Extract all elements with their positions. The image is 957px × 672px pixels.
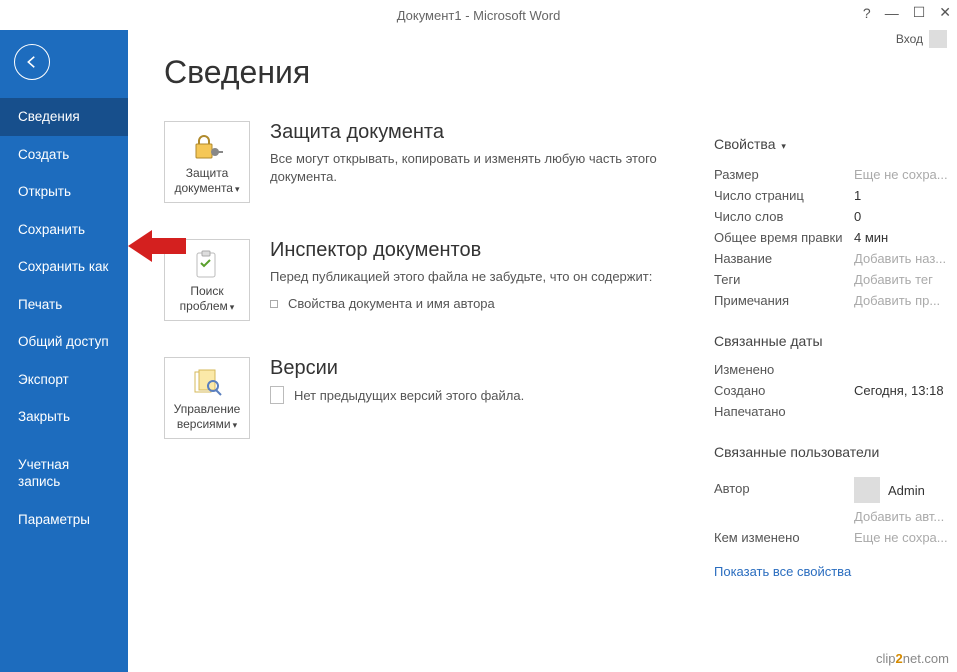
prop-pages-label: Число страниц [714, 188, 854, 203]
backstage-sidebar: Сведения Создать Открыть Сохранить Сохра… [0, 30, 128, 672]
inspect-bullet: Свойства документа и имя автора [270, 296, 664, 311]
sidebar-label: Учетная запись [18, 457, 69, 490]
prop-time-value: 4 мин [854, 230, 888, 245]
sidebar-item-save[interactable]: Сохранить [0, 211, 128, 249]
properties-dropdown[interactable]: Свойства ▾ [714, 136, 957, 152]
sidebar-label: Создать [18, 147, 69, 162]
sidebar-label: Сохранить [18, 222, 85, 237]
sidebar-label: Печать [18, 297, 62, 312]
check-for-issues-button[interactable]: Поиск проблем▾ [164, 239, 250, 321]
prop-title-value[interactable]: Добавить наз... [854, 251, 946, 266]
properties-panel: Свойства ▾ РазмерЕще не сохра... Число с… [714, 54, 957, 662]
bullet-icon [270, 300, 278, 308]
sidebar-label: Экспорт [18, 372, 69, 387]
date-modified-label: Изменено [714, 362, 854, 377]
bullet-text: Свойства документа и имя автора [288, 296, 495, 311]
sidebar-label: Сохранить как [18, 259, 108, 274]
prop-pages-value: 1 [854, 188, 861, 203]
close-icon[interactable]: ✕ [939, 4, 951, 21]
prop-time-label: Общее время правки [714, 230, 854, 245]
chevron-down-icon: ▾ [781, 141, 786, 151]
window-title: Документ1 - Microsoft Word [397, 8, 561, 23]
protect-document-button[interactable]: Защита документа▾ [164, 121, 250, 203]
tile-label: Управление версиями [174, 402, 241, 431]
date-created-value: Сегодня, 13:18 [854, 383, 944, 398]
sidebar-item-new[interactable]: Создать [0, 136, 128, 174]
sidebar-item-saveas[interactable]: Сохранить как [0, 248, 128, 286]
prop-tags-label: Теги [714, 272, 854, 287]
related-dates-header: Связанные даты [714, 333, 957, 349]
page-title: Сведения [164, 54, 664, 91]
maximize-icon[interactable]: ☐ [913, 4, 926, 21]
lastmod-label: Кем изменено [714, 530, 854, 545]
prop-comments-value[interactable]: Добавить пр... [854, 293, 940, 308]
sidebar-item-export[interactable]: Экспорт [0, 361, 128, 399]
sidebar-item-options[interactable]: Параметры [0, 501, 128, 539]
protect-title: Защита документа [270, 121, 664, 144]
versions-none-row: Нет предыдущих версий этого файла. [270, 386, 664, 404]
chevron-down-icon: ▾ [233, 420, 238, 430]
back-button[interactable] [14, 44, 50, 80]
prop-words-value: 0 [854, 209, 861, 224]
inspect-title: Инспектор документов [270, 239, 664, 262]
related-people-header: Связанные пользователи [714, 444, 957, 460]
documents-search-icon [190, 368, 224, 398]
chevron-down-icon: ▾ [230, 302, 235, 312]
sidebar-item-open[interactable]: Открыть [0, 173, 128, 211]
inspect-desc: Перед публикацией этого файла не забудьт… [270, 268, 664, 286]
sidebar-item-info[interactable]: Сведения [0, 98, 128, 136]
lock-icon [190, 132, 224, 162]
date-created-label: Создано [714, 383, 854, 398]
prop-size-label: Размер [714, 167, 854, 182]
date-printed-label: Напечатано [714, 404, 854, 419]
avatar-icon [854, 477, 880, 503]
main-content: Сведения Защита документа▾ Защ [128, 30, 957, 672]
tile-label: Защита документа [174, 166, 233, 195]
add-author[interactable]: Добавить авт... [854, 509, 944, 524]
lastmod-value: Еще не сохра... [854, 530, 948, 545]
section-protect: Защита документа▾ Защита документа Все м… [164, 121, 664, 203]
properties-header-label: Свойства [714, 136, 775, 152]
prop-size-value: Еще не сохра... [854, 167, 948, 182]
show-all-properties-link[interactable]: Показать все свойства [714, 564, 957, 579]
author-label: Автор [714, 481, 854, 496]
versions-none: Нет предыдущих версий этого файла. [294, 388, 524, 403]
prop-tags-value[interactable]: Добавить тег [854, 272, 933, 287]
watermark: clip2net.com [876, 651, 949, 666]
versions-title: Версии [270, 357, 664, 380]
sidebar-item-account[interactable]: Учетная запись [0, 446, 128, 501]
sidebar-label: Открыть [18, 184, 71, 199]
section-versions: Управление версиями▾ Версии Нет предыдущ… [164, 357, 664, 439]
document-icon [270, 386, 284, 404]
sidebar-label: Сведения [18, 109, 80, 124]
prop-words-label: Число слов [714, 209, 854, 224]
checklist-icon [190, 250, 224, 280]
sidebar-item-close[interactable]: Закрыть [0, 398, 128, 436]
prop-title-label: Название [714, 251, 854, 266]
titlebar: Документ1 - Microsoft Word ? — ☐ ✕ [0, 0, 957, 30]
minimize-icon[interactable]: — [885, 5, 899, 21]
sidebar-label: Закрыть [18, 409, 70, 424]
chevron-down-icon: ▾ [235, 184, 240, 194]
prop-comments-label: Примечания [714, 293, 854, 308]
tile-label: Поиск проблем [180, 284, 228, 313]
sidebar-item-print[interactable]: Печать [0, 286, 128, 324]
sidebar-item-share[interactable]: Общий доступ [0, 323, 128, 361]
section-inspect: Поиск проблем▾ Инспектор документов Пере… [164, 239, 664, 321]
window-controls: ? — ☐ ✕ [863, 4, 951, 21]
protect-desc: Все могут открывать, копировать и изменя… [270, 150, 664, 186]
author-name: Admin [888, 483, 925, 498]
sidebar-label: Параметры [18, 512, 90, 527]
help-icon[interactable]: ? [863, 5, 871, 21]
manage-versions-button[interactable]: Управление версиями▾ [164, 357, 250, 439]
sidebar-label: Общий доступ [18, 334, 109, 349]
